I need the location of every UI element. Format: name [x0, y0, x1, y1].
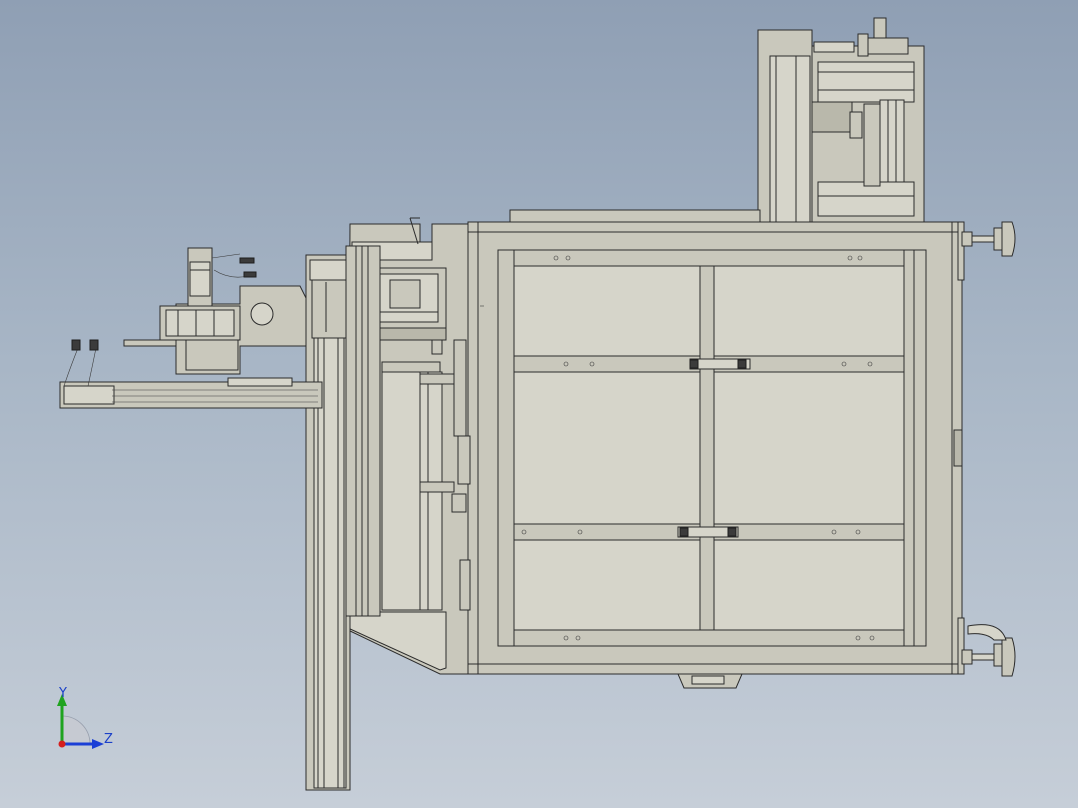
top-tower-assembly: [757, 17, 925, 223]
vertical-column: [305, 245, 381, 791]
y-axis-label: Y: [58, 686, 67, 701]
coordinate-triad: Y Z: [57, 686, 113, 749]
main-frame: [467, 209, 965, 689]
z-axis-head: [92, 739, 104, 749]
z-axis-label: Z: [104, 732, 113, 747]
cad-viewport[interactable]: Y Z: [0, 0, 1078, 808]
x-axis-dot: [58, 740, 66, 748]
leveling-feet: [961, 221, 1016, 677]
triad-quadrant: [61, 715, 91, 745]
cable-connectors: [63, 339, 99, 387]
machine-assembly-drawing[interactable]: [0, 0, 1078, 808]
left-actuator-arm: [59, 247, 323, 409]
